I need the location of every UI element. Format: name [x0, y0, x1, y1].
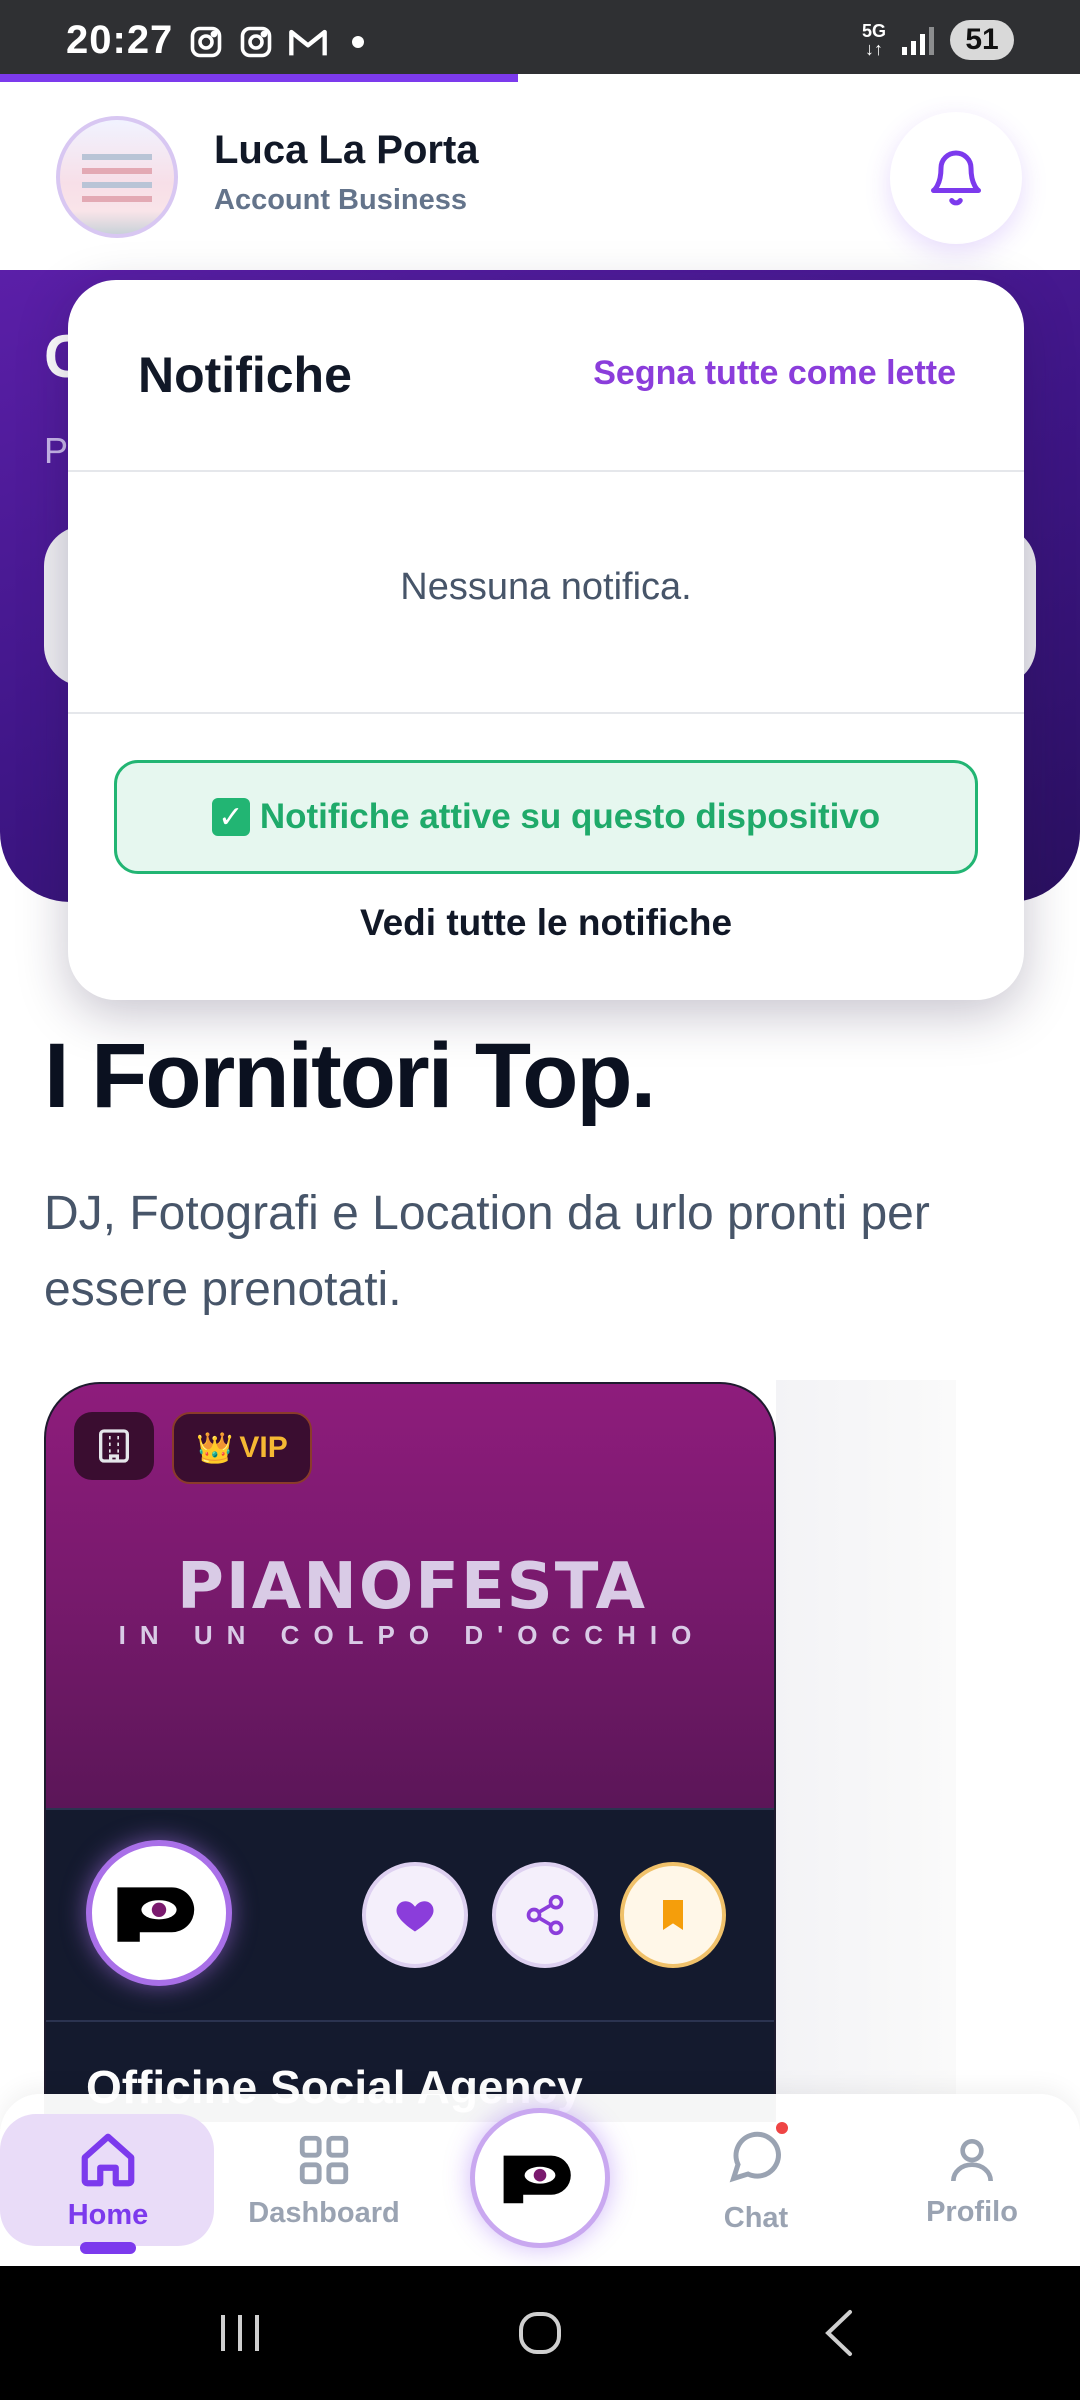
nav-profile-label: Profilo	[926, 2195, 1018, 2228]
user-name: Luca La Porta	[214, 128, 479, 172]
empty-notifications-text: Nessuna notifica.	[400, 566, 692, 608]
nav-dashboard[interactable]: Dashboard	[216, 2094, 432, 2266]
app-header: Luca La Porta Account Business	[0, 82, 1080, 270]
nav-dashboard-label: Dashboard	[248, 2196, 400, 2229]
nav-home-label: Home	[67, 2198, 149, 2231]
section-title: I Fornitori Top.	[44, 1025, 656, 1127]
divider	[46, 1808, 774, 1810]
see-all-notifications-link[interactable]: Vedi tutte le notifiche	[68, 902, 1024, 944]
signal-icon	[902, 25, 934, 55]
vendor-card[interactable]: 👑 VIP PIANOFESTA IN UN COLPO D'OCCHIO Of…	[44, 1382, 776, 2122]
status-bar: 20:27 5G ↓↑ 51	[0, 0, 1080, 76]
unread-dot	[774, 2119, 790, 2136]
app-logo-icon	[117, 1887, 195, 1942]
back-button[interactable]	[800, 2266, 880, 2400]
home-circle-icon	[519, 2312, 561, 2354]
gmail-icon	[289, 29, 327, 56]
status-notification-icons	[188, 24, 364, 60]
home-icon	[81, 2133, 135, 2186]
user-icon	[951, 2138, 993, 2181]
bottom-navigation: Home Dashboard Chat Profilo	[0, 2094, 1080, 2266]
nav-profile[interactable]: Profilo	[864, 2094, 1080, 2266]
home-system-button[interactable]	[500, 2266, 580, 2400]
check-mark-icon: ✓	[211, 798, 250, 836]
bell-icon	[931, 150, 981, 206]
system-navigation-bar	[0, 2266, 1080, 2400]
brand-tagline: IN UN COLPO D'OCCHIO	[118, 1620, 706, 1650]
divider	[68, 712, 1024, 714]
push-status-banner: ✓ Notifiche attive su questo dispositivo	[114, 760, 978, 874]
section-subtitle: DJ, Fotografi e Location da urlo pronti …	[44, 1187, 930, 1316]
notifications-button[interactable]	[890, 112, 1022, 244]
next-card-peek	[776, 1380, 956, 2100]
notifications-title: Notifiche	[138, 347, 352, 403]
hero-subtitle-partial: P	[44, 430, 69, 471]
push-status-text: Notifiche attive su questo dispositivo	[259, 797, 881, 836]
battery-icon: 51	[950, 20, 1014, 60]
status-time: 20:27	[66, 18, 174, 62]
vip-badge: 👑 VIP	[172, 1412, 312, 1484]
active-tab-indicator	[80, 2242, 136, 2254]
chat-icon-wrap	[726, 2119, 790, 2194]
category-badge	[74, 1412, 154, 1480]
heart-icon	[396, 1901, 434, 1932]
nav-chat-label: Chat	[723, 2201, 789, 2234]
brand-wordmark: PIANOFESTA	[177, 1550, 647, 1624]
divider	[46, 2020, 774, 2022]
instagram-icon	[240, 26, 272, 58]
network-indicator: 5G ↓↑	[861, 21, 886, 59]
dashboard-icon	[299, 2135, 349, 2184]
vendor-logo[interactable]	[86, 1840, 232, 1986]
share-button[interactable]	[492, 1862, 598, 1968]
nav-center-logo-button[interactable]	[470, 2108, 610, 2248]
nav-chat[interactable]: Chat	[648, 2094, 864, 2266]
building-icon	[99, 1429, 129, 1463]
recent-apps-icon	[221, 2315, 259, 2351]
status-system-icons: 5G ↓↑ 51	[862, 20, 1014, 60]
dot-icon	[352, 36, 364, 48]
page-load-progress	[0, 74, 1080, 82]
favorite-button[interactable]	[362, 1862, 468, 1968]
vendor-cover: 👑 VIP PIANOFESTA IN UN COLPO D'OCCHIO	[46, 1384, 774, 1808]
mark-all-read-link[interactable]: Segna tutte come lette	[593, 354, 956, 393]
back-chevron-icon	[825, 2310, 852, 2356]
instagram-icon	[190, 26, 222, 58]
share-icon	[526, 1894, 564, 1936]
page-load-progress-fill	[0, 74, 519, 82]
divider	[68, 470, 1024, 472]
bookmark-icon	[663, 1900, 683, 1930]
crown-icon: 👑	[196, 1431, 234, 1465]
avatar[interactable]	[56, 116, 178, 238]
app-logo-icon	[503, 2155, 571, 2204]
vip-label: VIP	[239, 1431, 288, 1464]
account-type: Account Business	[214, 184, 467, 216]
notifications-dropdown: Notifiche Segna tutte come lette Nessuna…	[68, 280, 1024, 1000]
bookmark-button[interactable]	[620, 1862, 726, 1968]
recent-apps-button[interactable]	[200, 2266, 280, 2400]
nav-home[interactable]: Home	[0, 2094, 216, 2266]
